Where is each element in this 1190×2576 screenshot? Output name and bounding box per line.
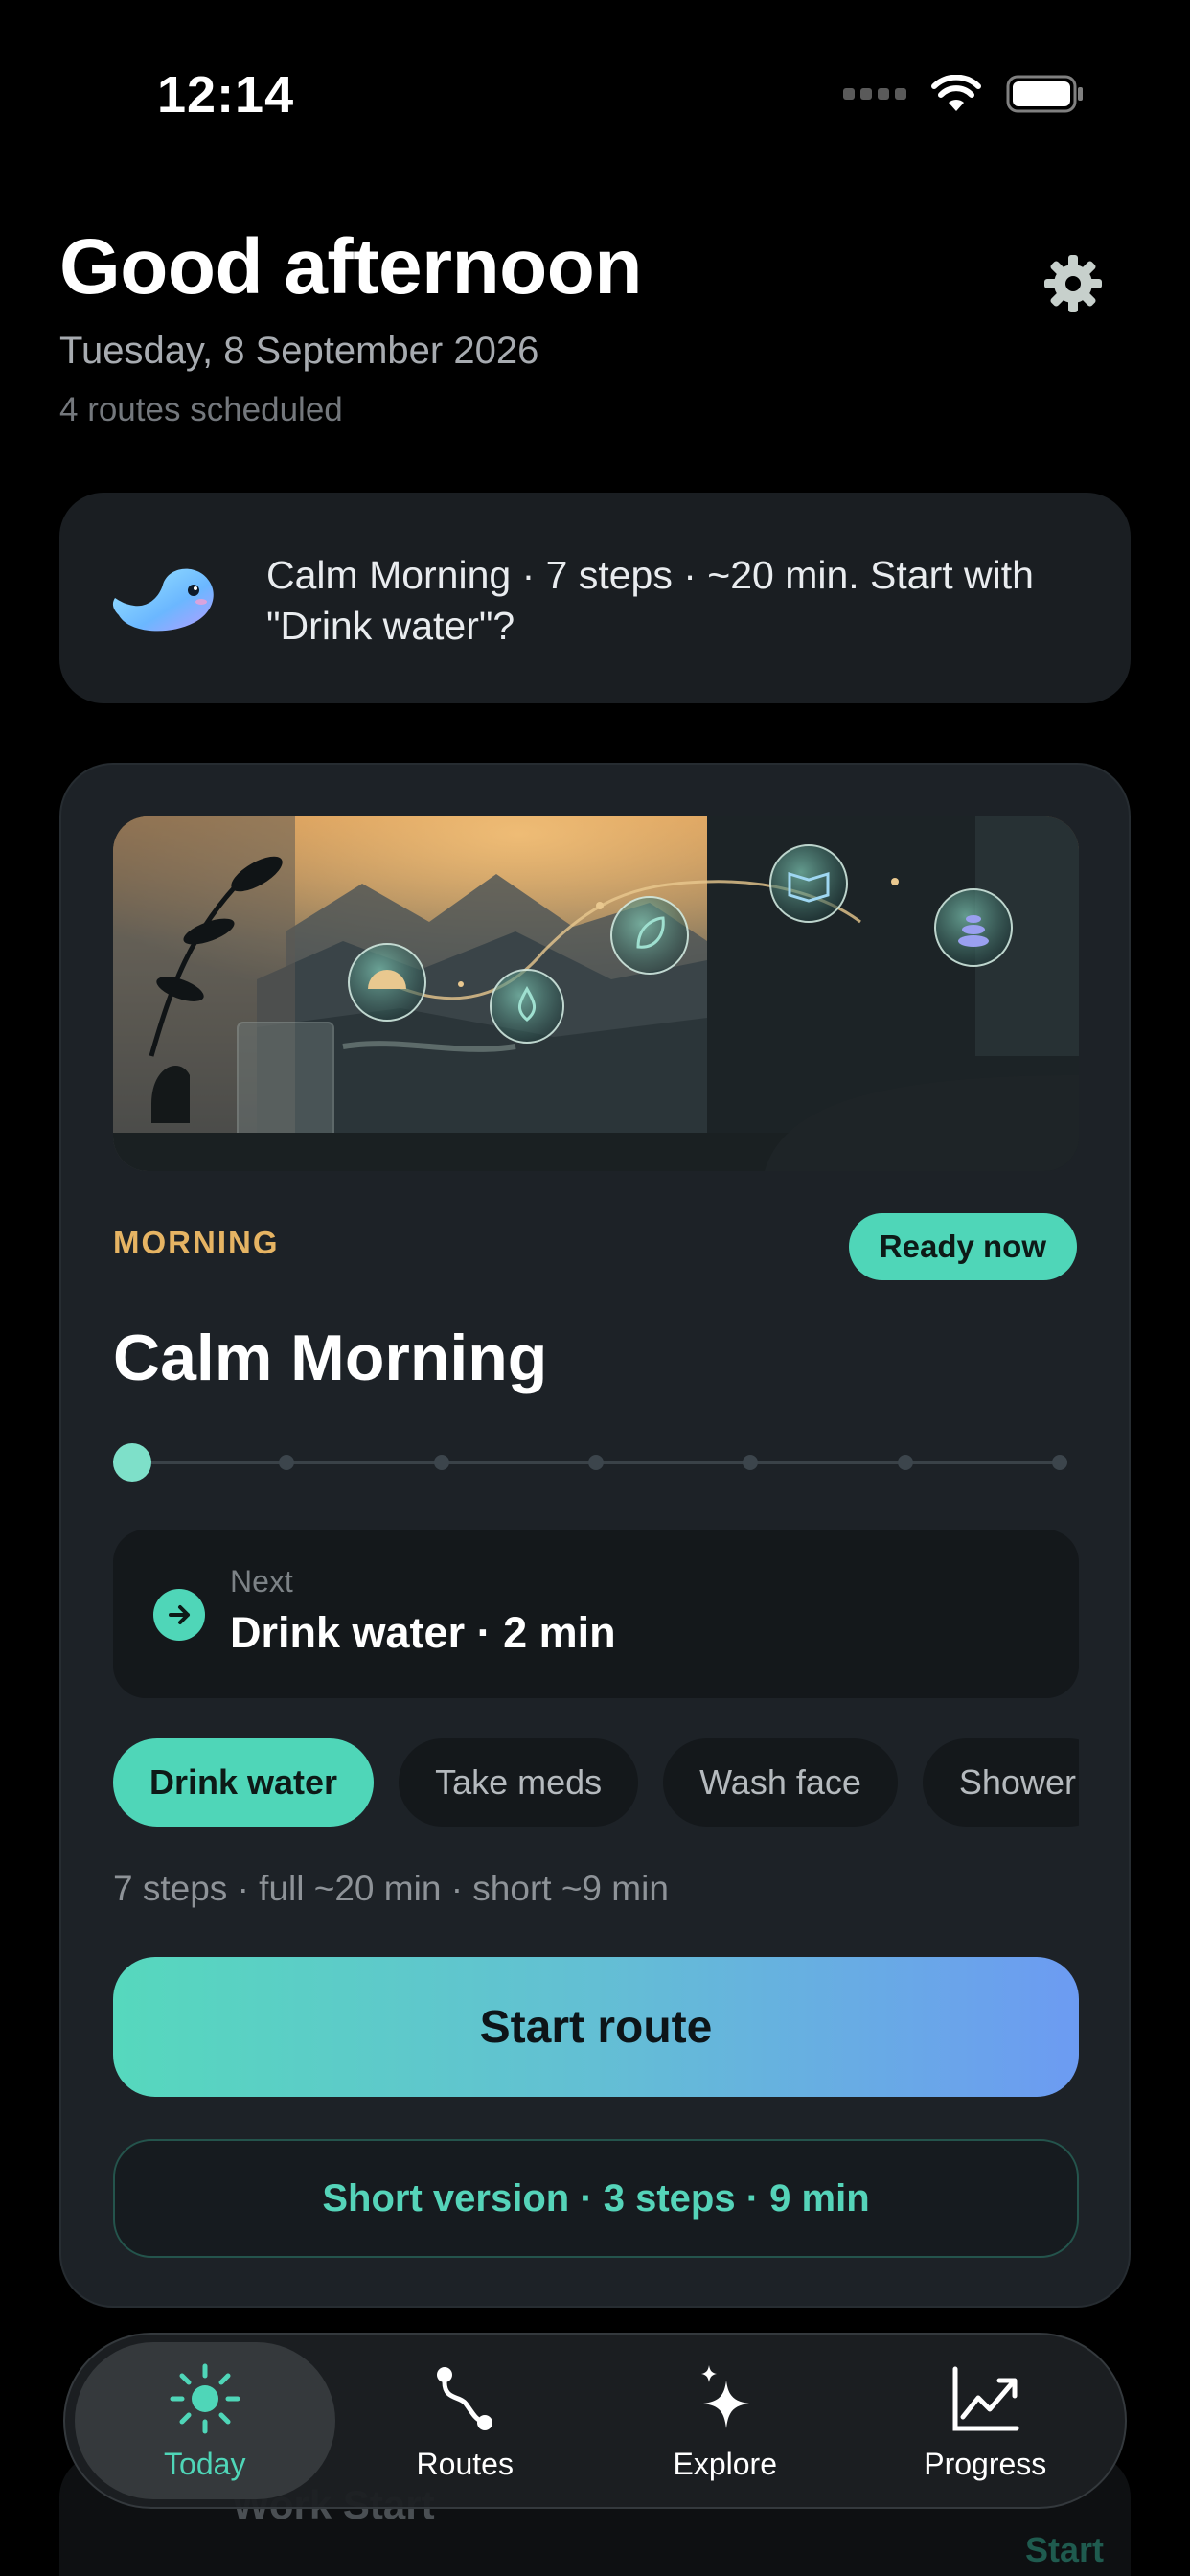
gear-icon [1044,255,1102,312]
tab-label: Explore [673,2446,778,2481]
date-label: Tuesday, 8 September 2026 [59,330,539,372]
cellular-signal-icon [843,88,906,100]
routes-count: 4 routes scheduled [59,391,343,428]
tab-explore[interactable]: Explore [595,2342,856,2499]
route-hero-illustration [113,816,1079,1171]
short-version-button[interactable]: Short version · 3 steps · 9 min [113,2139,1079,2258]
greeting-title: Good afternoon [59,223,642,310]
sun-icon [167,2360,243,2437]
tab-today[interactable]: Today [75,2342,335,2499]
status-bar: 12:14 [0,0,1190,192]
time-of-day-label: MORNING [113,1225,280,1260]
step-chip[interactable]: Shower [922,1738,1079,1827]
progress-step [433,1455,449,1470]
step-chips: Drink water Take meds Wash face Shower [113,1738,1079,1827]
step-orb-leaf [610,896,689,975]
tab-progress[interactable]: Progress [856,2342,1116,2499]
progress-step [588,1455,604,1470]
tab-label: Progress [924,2446,1047,2481]
next-step-value: Drink water · 2 min [230,1608,616,1657]
step-chip[interactable]: Take meds [399,1738,639,1827]
route-icon [426,2360,503,2437]
progress-step [1052,1455,1067,1470]
settings-button[interactable] [1041,251,1106,316]
wifi-icon [931,75,981,111]
step-chip[interactable]: Wash face [663,1738,898,1827]
chart-icon [947,2360,1023,2437]
progress-step [743,1455,759,1470]
status-time: 12:14 [157,66,295,124]
step-orb-sunrise [348,943,426,1022]
step-orb-stones [934,888,1013,967]
tab-routes[interactable]: Routes [335,2342,596,2499]
suggestion-text: Calm Morning · 7 steps · ~20 min. Start … [266,553,1034,648]
status-icons [843,75,1085,113]
next-step-card[interactable]: Next Drink water · 2 min [113,1530,1079,1698]
next-route-start[interactable]: Start [1025,2530,1104,2570]
route-title: Calm Morning [113,1322,548,1394]
ready-status-badge: Ready now [848,1213,1077,1280]
step-orb-book [769,844,848,923]
sparkle-icon [687,2360,764,2437]
step-chip[interactable]: Drink water [113,1738,375,1827]
route-progress-track [113,1443,1079,1482]
progress-step-current [113,1443,151,1482]
step-orb-water [490,969,564,1044]
tab-label: Routes [416,2446,514,2481]
tab-bar: Today Routes Explore Progress [63,2333,1127,2509]
mascot-icon [112,568,214,632]
suggestion-banner[interactable]: Calm Morning · 7 steps · ~20 min. Start … [59,493,1131,703]
progress-step [897,1455,913,1470]
battery-icon [1006,75,1083,113]
progress-step [279,1455,295,1470]
tab-label: Today [164,2446,246,2481]
next-step-label: Next [230,1564,293,1598]
route-meta: 7 steps · full ~20 min · short ~9 min [113,1869,669,1908]
arrow-right-icon [153,1589,205,1641]
route-card[interactable]: MORNING Ready now Calm Morning Next Drin… [59,763,1131,2308]
start-route-button[interactable]: Start route [113,1957,1079,2097]
